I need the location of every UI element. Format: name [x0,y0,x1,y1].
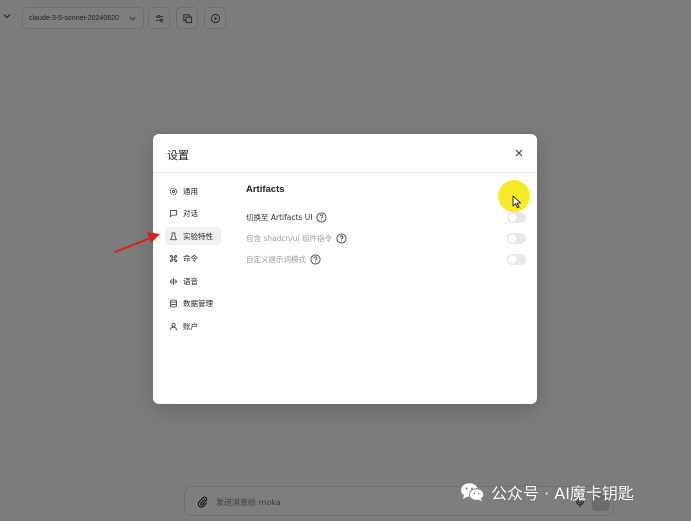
nav-item-label: 账户 [183,322,198,332]
copy-button[interactable] [176,7,198,29]
nav-item-experimental[interactable]: 实验特性 [165,227,221,246]
nav-item-label: 实验特性 [183,231,213,241]
model-selector[interactable]: claude-3-5-sonnet-20240620 [22,7,144,29]
flask-icon [170,232,177,240]
model-name: claude-3-5-sonnet-20240620 [29,14,119,22]
copy-icon [182,13,192,23]
paperclip-icon[interactable] [197,496,208,508]
chat-icon [169,210,178,218]
nav-item-label: 对话 [183,209,198,219]
play-circle-icon [210,13,220,23]
setting-label: 自定义提示词模式 [246,255,306,264]
nav-item-chat[interactable]: 对话 [165,205,221,223]
nav-item-data[interactable]: 数据管理 [165,295,221,313]
help-icon[interactable] [316,212,327,223]
nav-item-general[interactable]: 通用 [165,182,221,200]
audio-wave-icon [169,277,178,285]
command-icon [169,255,178,263]
nav-item-label: 语音 [183,276,198,286]
setting-row-artifacts-ui: 切换至 Artifacts UI [246,207,526,228]
dialog-header: 设置 [153,134,537,173]
close-icon[interactable] [513,147,525,159]
help-icon[interactable] [336,233,347,244]
nav-item-label: 数据管理 [183,299,213,309]
nav-item-speech[interactable]: 语音 [165,272,221,290]
settings-dialog: 设置 通用 对话 实验特性 命令 语音 数据管理 账户 Artifacts 切换… [153,134,537,404]
dialog-title: 设置 [167,149,189,162]
annotation-arrow-icon [114,232,160,253]
setting-row-shadcn: 包含 shadcn/ui 组件指令 [246,228,526,249]
help-icon[interactable] [310,254,321,265]
custom-prompt-toggle[interactable] [507,254,526,265]
shadcn-toggle[interactable] [507,233,526,244]
top-toolbar: claude-3-5-sonnet-20240620 [0,0,691,34]
sliders-button[interactable] [148,7,170,29]
settings-content: Artifacts 切换至 Artifacts UI 包含 shadcn/ui … [246,184,526,270]
cursor-icon [512,195,521,209]
section-title: Artifacts [246,184,285,195]
artifacts-ui-toggle[interactable] [507,212,526,223]
nav-item-label: 命令 [183,254,198,264]
chevron-down-icon [129,16,136,21]
setting-row-custom-prompt: 自定义提示词模式 [246,249,526,270]
sliders-icon [155,14,163,22]
setting-label: 切换至 Artifacts UI [246,213,313,222]
watermark-text: 公众号 · AI魔卡钥匙 [491,484,634,503]
nav-item-account[interactable]: 账户 [165,318,221,336]
wechat-icon [461,483,485,502]
nav-item-label: 通用 [183,186,198,196]
database-icon [170,300,177,308]
user-icon [170,322,177,331]
nav-item-commands[interactable]: 命令 [165,250,221,268]
message-placeholder: 发送消息给 moka [216,498,281,507]
settings-nav: 通用 对话 实验特性 命令 语音 数据管理 账户 [165,182,221,340]
setting-label: 包含 shadcn/ui 组件指令 [246,234,333,243]
chevron-down-icon[interactable] [2,11,12,21]
watermark: 公众号 · AI魔卡钥匙 [460,480,634,504]
gear-icon [169,187,178,195]
run-button[interactable] [204,7,226,29]
